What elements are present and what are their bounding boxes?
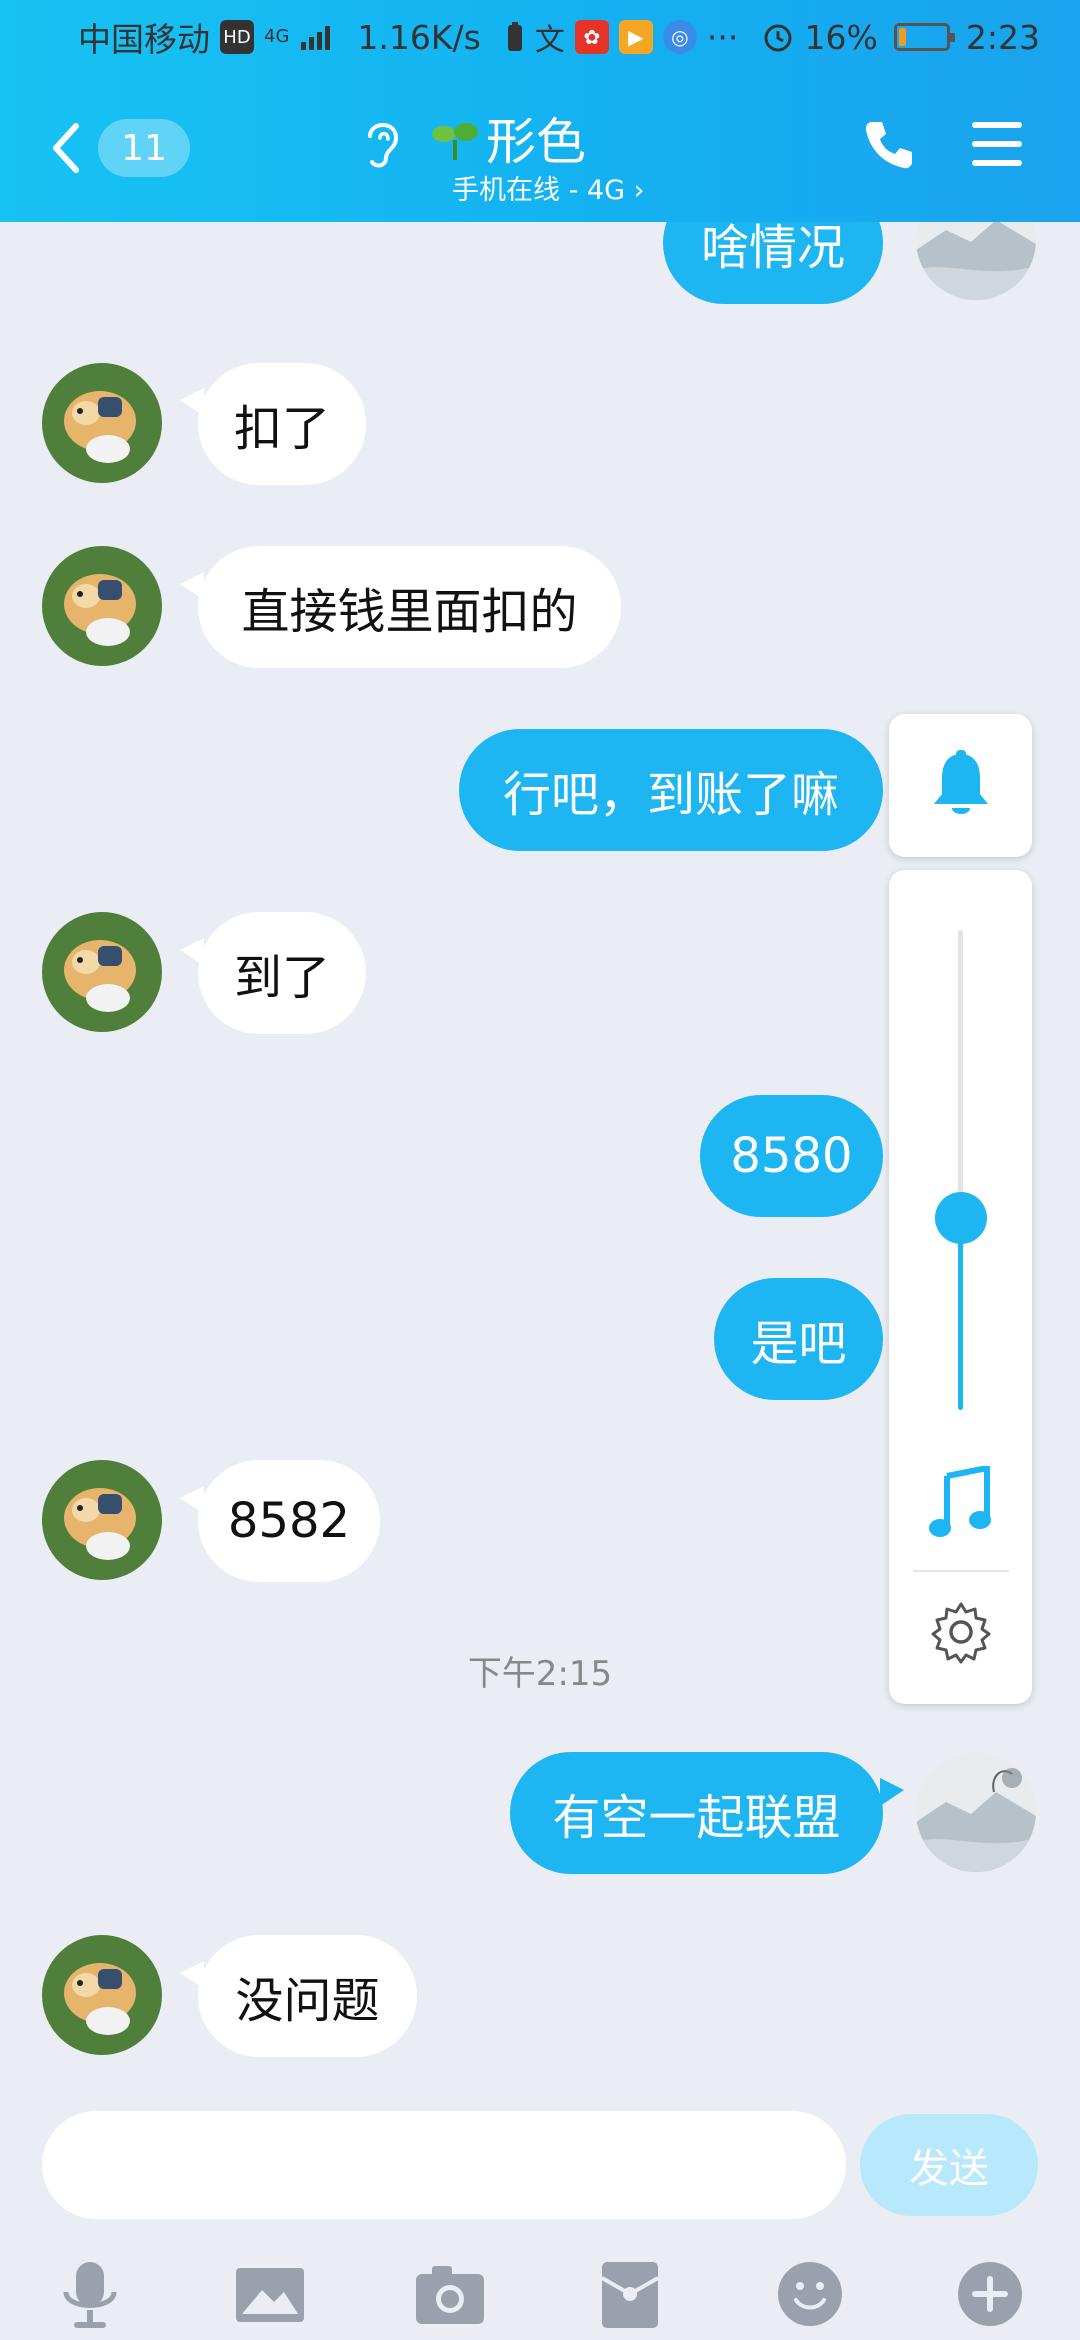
message-bubble[interactable]: 没问题 — [198, 1935, 417, 2057]
message-bubble[interactable]: 是吧 — [714, 1278, 883, 1400]
microphone-icon[interactable] — [52, 2256, 128, 2332]
chevron-left-icon — [53, 123, 79, 173]
gear-icon[interactable] — [929, 1600, 993, 1664]
landscape-avatar-image — [916, 1752, 1036, 1872]
more-notifications: ··· — [706, 17, 739, 57]
clock: 2:23 — [965, 17, 1040, 57]
title-area[interactable]: 形色 手机在线 - 4G › — [360, 102, 740, 206]
message-bubble[interactable]: 到了 — [198, 912, 366, 1034]
back-button[interactable]: 11 — [46, 118, 190, 178]
message-list[interactable]: 啥情况 扣了 直接钱里面扣的 行吧，到账了嘛 到了 8580 是吧 8582 下… — [0, 222, 1080, 2102]
ringer-mode-button[interactable] — [889, 714, 1032, 857]
music-note-icon[interactable] — [927, 1466, 995, 1540]
message-bubble[interactable]: 行吧，到账了嘛 — [459, 729, 883, 851]
puppy-avatar-image — [42, 363, 162, 483]
send-button[interactable]: 发送 — [860, 2114, 1038, 2216]
browser-app-icon: ◎ — [662, 20, 697, 54]
battery-percent: 16% — [804, 17, 878, 57]
message-bubble[interactable]: 啥情况 — [663, 222, 883, 304]
input-bar: 发送 — [0, 2102, 1080, 2340]
message-bubble[interactable]: 8580 — [700, 1095, 883, 1217]
network-speed: 1.16K/s — [357, 17, 481, 57]
ear-icon — [368, 123, 399, 168]
avatar-contact[interactable] — [42, 546, 162, 666]
puppy-avatar-image — [42, 1460, 162, 1580]
alarm-icon — [764, 24, 792, 52]
red-packet-icon[interactable] — [592, 2256, 668, 2332]
message-bubble[interactable]: 扣了 — [198, 363, 366, 485]
camera-icon[interactable] — [412, 2256, 488, 2332]
volume-panel — [889, 870, 1032, 1704]
menu-icon[interactable] — [968, 118, 1026, 170]
translate-icon: 文 — [534, 23, 565, 58]
puppy-avatar-image — [42, 546, 162, 666]
avatar-contact[interactable] — [42, 1460, 162, 1580]
avatar-contact[interactable] — [42, 1935, 162, 2055]
contact-name: 形色 — [486, 113, 586, 171]
video-app-icon: ▶ — [618, 20, 653, 54]
puppy-avatar-image — [42, 912, 162, 1032]
volume-fill — [958, 1218, 963, 1410]
online-status: 手机在线 - 4G › — [452, 175, 645, 206]
bubble-tail — [880, 1778, 904, 1806]
status-bar: 中国移动 HD 4G 1.16K/s 文 ✿ ▶ ◎ ··· 16% 2:23 — [0, 0, 1080, 74]
hd-icon: HD — [220, 20, 254, 54]
avatar-self[interactable] — [916, 222, 1036, 300]
avatar-self[interactable] — [916, 1752, 1036, 1872]
message-bubble[interactable]: 有空一起联盟 — [510, 1752, 883, 1874]
carrier-name: 中国移动 — [78, 20, 210, 59]
volume-slider-thumb[interactable] — [935, 1192, 987, 1244]
battery-icon — [893, 23, 955, 51]
sprout-icon — [432, 123, 478, 160]
signal-icon — [301, 26, 331, 50]
unread-count-badge: 11 — [98, 119, 190, 177]
nav-row: 11 形色 手机在线 - 4G › — [0, 96, 1080, 206]
landscape-avatar-image — [916, 222, 1036, 300]
puppy-avatar-image — [42, 1935, 162, 2055]
emoji-icon[interactable] — [772, 2256, 848, 2332]
battery-saver-icon — [507, 22, 522, 51]
message-input[interactable] — [42, 2111, 846, 2219]
phone-call-icon[interactable] — [860, 116, 918, 174]
divider — [913, 1570, 1009, 1572]
network-type: 4G — [264, 26, 290, 47]
avatar-contact[interactable] — [42, 363, 162, 483]
avatar-contact[interactable] — [42, 912, 162, 1032]
message-bubble[interactable]: 8582 — [198, 1460, 380, 1582]
message-bubble[interactable]: 直接钱里面扣的 — [198, 546, 621, 668]
chat-header: 中国移动 HD 4G 1.16K/s 文 ✿ ▶ ◎ ··· 16% 2:23 — [0, 0, 1080, 222]
bell-icon — [933, 749, 988, 814]
plus-icon[interactable] — [952, 2256, 1028, 2332]
image-icon[interactable] — [232, 2256, 308, 2332]
app-notification-icon: ✿ — [574, 20, 609, 54]
